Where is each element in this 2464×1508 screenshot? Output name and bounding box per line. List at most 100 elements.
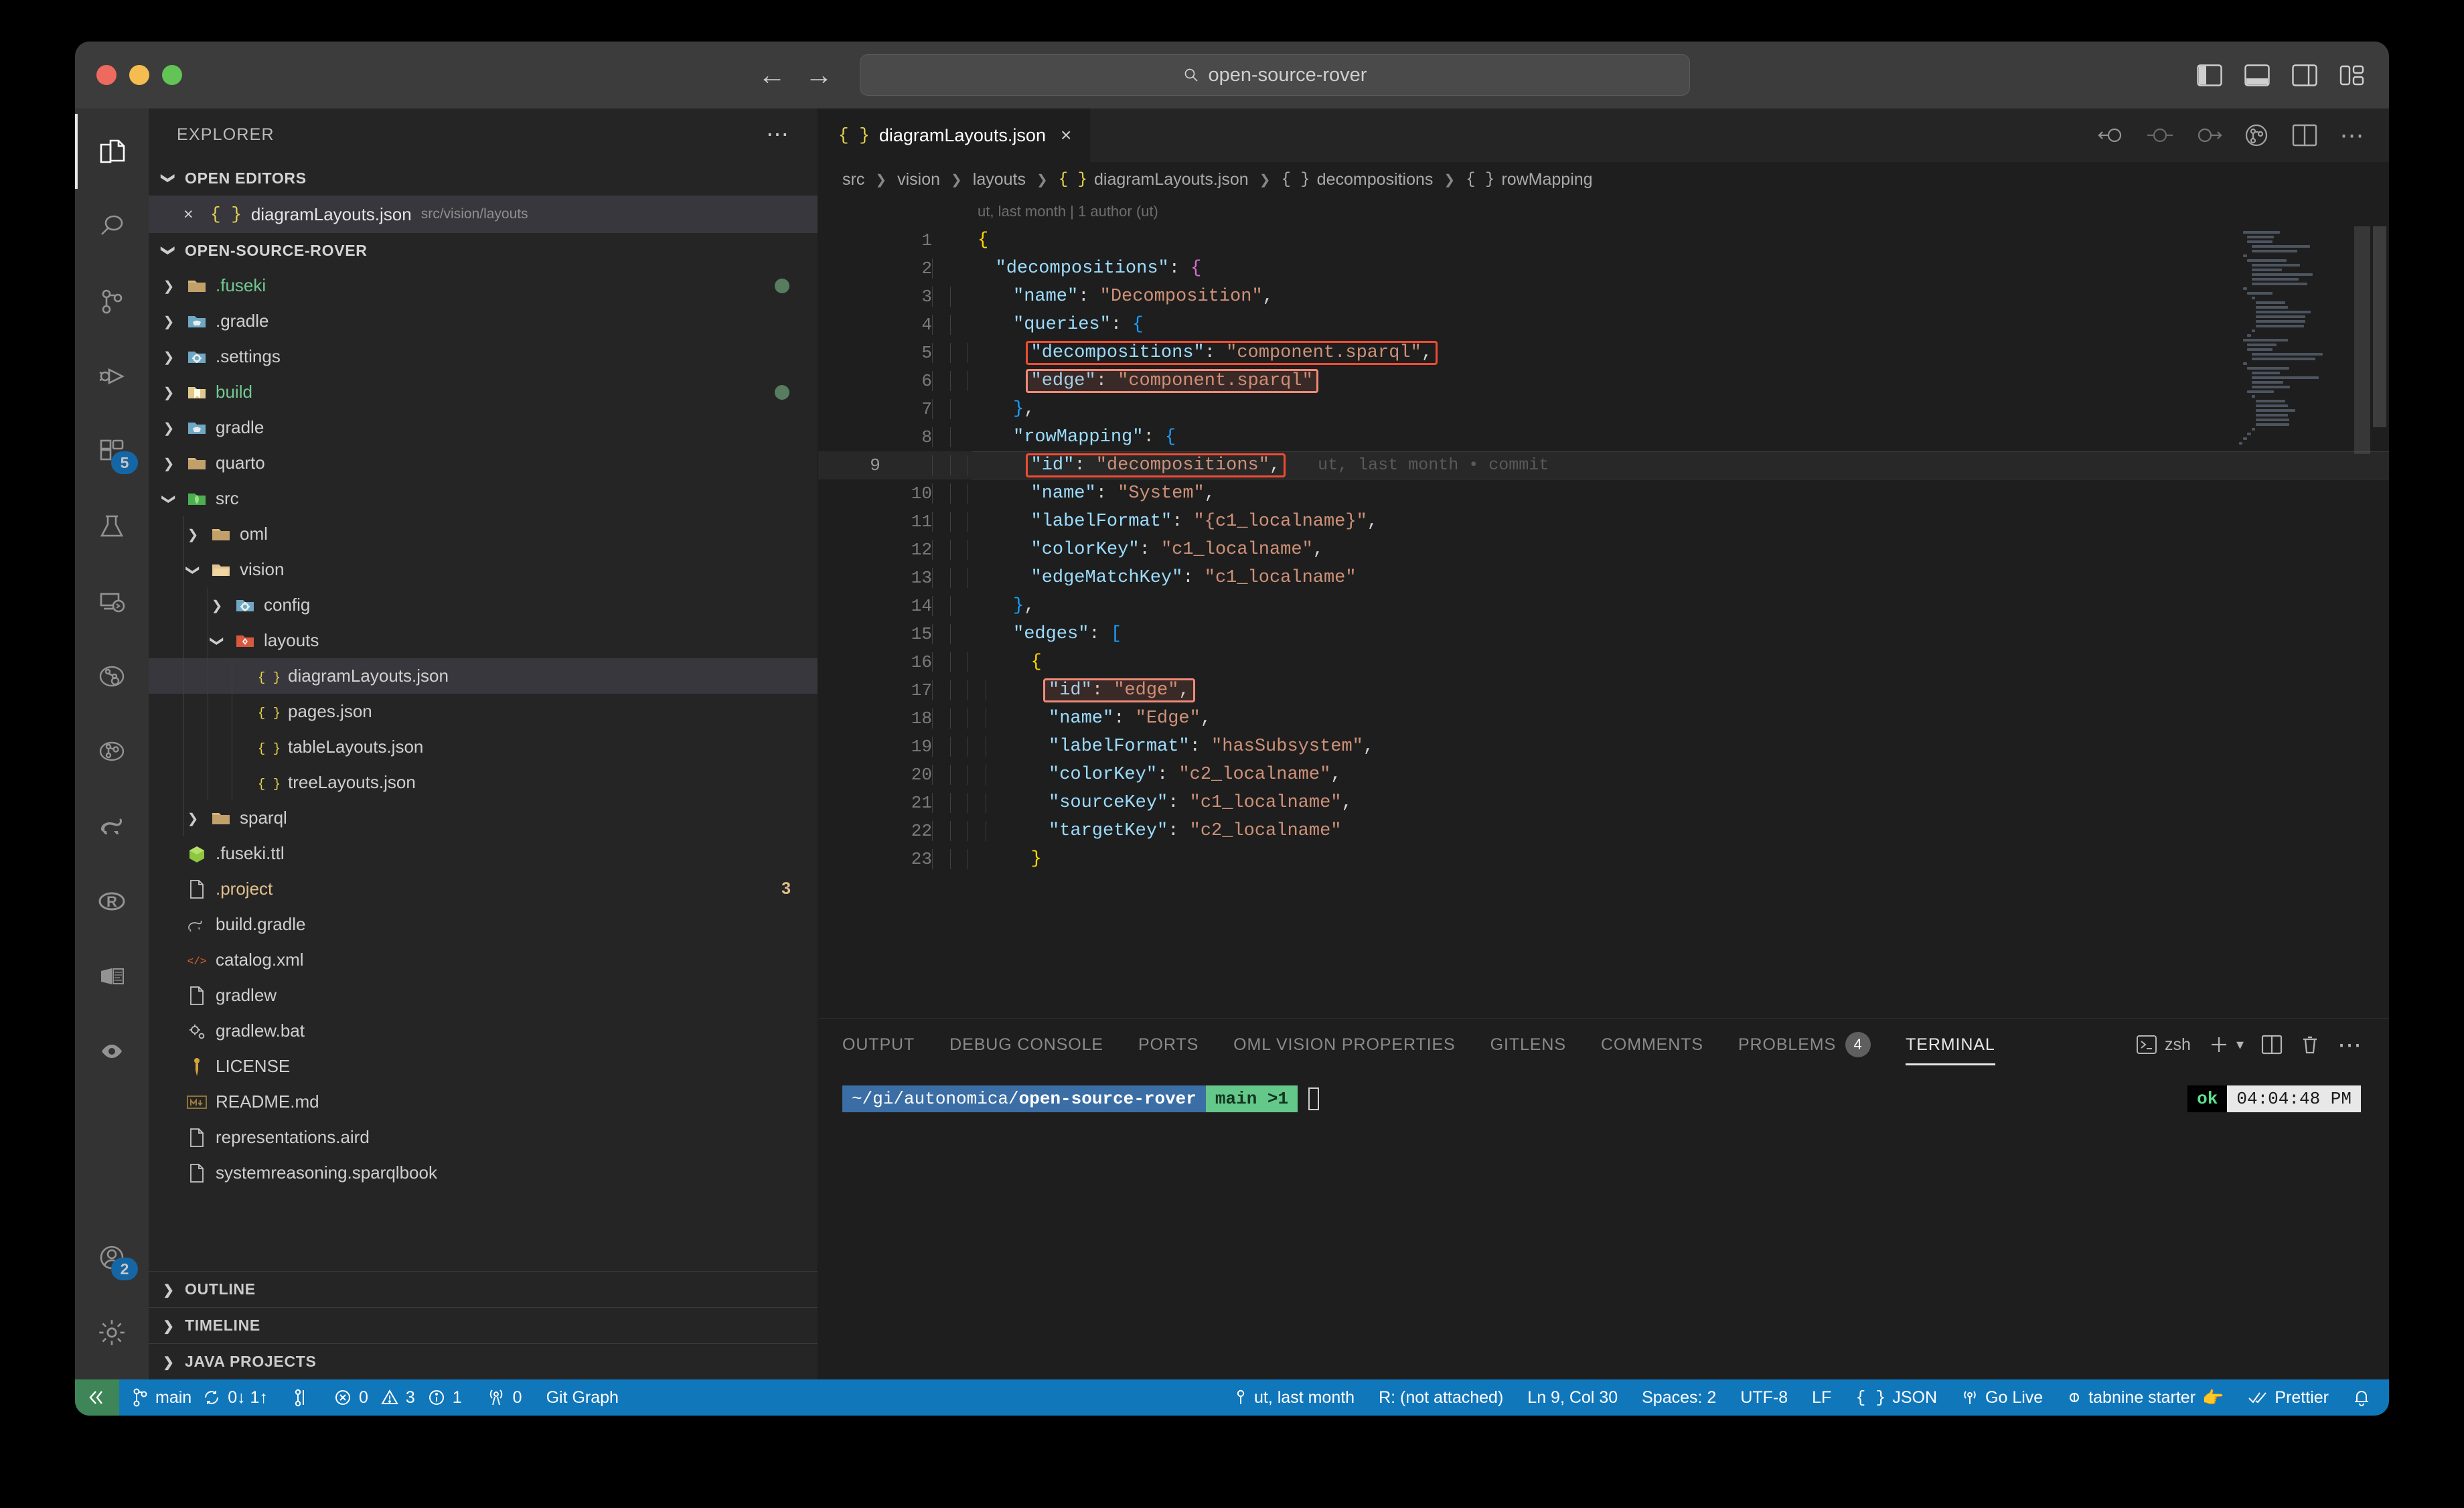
status-encoding[interactable]: UTF-8 [1728, 1379, 1800, 1416]
code-line[interactable]: 8 "rowMapping": { [818, 423, 2389, 451]
sidebar-more-actions-icon[interactable]: ⋯ [766, 123, 791, 146]
tree-file-treelayoutsjson[interactable]: { } treeLayouts.json [149, 765, 818, 800]
section-java-projects[interactable]: JAVA PROJECTS [149, 1343, 818, 1379]
sidebar-item-remote-explorer[interactable] [75, 564, 149, 639]
tree-file-pagesjson[interactable]: { } pages.json [149, 694, 818, 729]
sidebar-item-manage-settings[interactable] [75, 1295, 149, 1370]
editor-scrollbar[interactable] [2373, 226, 2386, 427]
status-eol[interactable]: LF [1800, 1379, 1843, 1416]
sidebar-item-extensions[interactable]: 5 [75, 414, 149, 489]
section-outline[interactable]: OUTLINE [149, 1271, 818, 1307]
split-terminal-icon[interactable] [2261, 1035, 2283, 1055]
tree-file-systemreasoningsparqlbook[interactable]: systemreasoning.sparqlbook [149, 1155, 818, 1191]
sidebar-item-watcher[interactable] [75, 1014, 149, 1089]
go-back-icon[interactable] [2097, 121, 2127, 150]
go-forward-icon[interactable] [2193, 121, 2223, 150]
status-notifications[interactable] [2341, 1379, 2389, 1416]
breadcrumb-item-vision[interactable]: vision [897, 170, 940, 190]
code-line[interactable]: 20 "colorKey": "c2_localname", [818, 761, 2389, 789]
code-line[interactable]: 14}, [818, 592, 2389, 620]
panel-tab-problems[interactable]: PROBLEMS 4 [1738, 1019, 1871, 1071]
tree-folder-config[interactable]: config [149, 587, 818, 623]
status-r-session[interactable]: R: (not attached) [1367, 1379, 1515, 1416]
go-forward-icon[interactable]: → [805, 61, 833, 89]
tree-folder-layouts[interactable]: layouts [149, 623, 818, 658]
tree-file-fusekittl[interactable]: .fuseki.ttl [149, 836, 818, 871]
sidebar-item-explorer[interactable] [75, 114, 149, 189]
status-branch[interactable]: main 0↓ 1↑ [119, 1379, 280, 1416]
status-go-live[interactable]: Go Live [1949, 1379, 2055, 1416]
close-tab-icon[interactable]: × [1061, 125, 1071, 146]
tab-diagramLayouts-json[interactable]: { } diagramLayouts.json × [818, 108, 1091, 162]
code-line[interactable]: 12 "colorKey": "c1_localname", [818, 536, 2389, 564]
status-tabnine[interactable]: tabnine starter 👉 [2055, 1379, 2236, 1416]
command-center-search[interactable]: open-source-rover [860, 54, 1690, 96]
tree-folder-settings[interactable]: .settings [149, 339, 818, 374]
tree-folder-vision[interactable]: vision [149, 552, 818, 587]
panel-tab-output[interactable]: OUTPUT [842, 1019, 915, 1071]
sidebar-item-search[interactable] [75, 189, 149, 264]
sidebar-item-run-and-debug[interactable] [75, 339, 149, 414]
code-editor[interactable]: ut, last month | 1 author (ut) 1{2 "decom… [818, 197, 2389, 1018]
code-line[interactable]: 4 "queries": { [818, 311, 2389, 339]
code-line[interactable]: 1{ [818, 226, 2389, 254]
terminal-shell-selector[interactable]: zsh [2135, 1033, 2191, 1056]
sidebar-item-source-control[interactable] [75, 264, 149, 339]
tree-folder-gradle[interactable]: .gradle [149, 303, 818, 339]
tree-file-readmemd[interactable]: README.md [149, 1084, 818, 1120]
tree-folder-quarto[interactable]: quarto [149, 445, 818, 481]
git-compare-icon[interactable] [2242, 121, 2271, 150]
toggle-primary-sidebar-icon[interactable] [2197, 64, 2222, 86]
sidebar-item-accounts[interactable]: 2 [75, 1220, 149, 1295]
tree-file-license[interactable]: LICENSE [149, 1049, 818, 1084]
code-line[interactable]: 17 "id": "edge", [818, 676, 2389, 704]
code-line[interactable]: 23} [818, 845, 2389, 873]
tree-file-tablelayoutsjson[interactable]: { } tableLayouts.json [149, 729, 818, 765]
maximize-window-button[interactable] [162, 65, 182, 85]
panel-tab-debug-console[interactable]: DEBUG CONSOLE [949, 1019, 1103, 1071]
breadcrumb-item-src[interactable]: src [842, 170, 864, 190]
code-line[interactable]: 10 "name": "System", [818, 479, 2389, 508]
code-line[interactable]: 6 "edge": "component.sparql" [818, 367, 2389, 395]
tree-folder-sparql[interactable]: sparql [149, 800, 818, 836]
section-timeline[interactable]: TIMELINE [149, 1307, 818, 1343]
panel-tab-comments[interactable]: COMMENTS [1601, 1019, 1703, 1071]
tree-file-gradlew[interactable]: gradlew [149, 978, 818, 1013]
code-line[interactable]: 21 "sourceKey": "c1_localname", [818, 789, 2389, 817]
no-change-icon[interactable] [2145, 121, 2175, 150]
tree-file-diagramlayoutsjson[interactable]: { } diagramLayouts.json [149, 658, 818, 694]
status-cursor-position[interactable]: Ln 9, Col 30 [1515, 1379, 1630, 1416]
code-line[interactable]: 7}, [818, 395, 2389, 423]
code-line[interactable]: 22 "targetKey": "c2_localname" [818, 817, 2389, 845]
panel-tab-terminal[interactable]: TERMINAL [1906, 1019, 1995, 1071]
tree-folder-build[interactable]: build [149, 374, 818, 410]
section-open-editors[interactable]: OPEN EDITORS [149, 161, 818, 196]
panel-tab-gitlens[interactable]: GITLENS [1490, 1019, 1566, 1071]
sidebar-item-graph-explorer[interactable] [75, 714, 149, 789]
more-actions-icon[interactable]: ⋯ [2338, 121, 2368, 150]
minimize-window-button[interactable] [129, 65, 149, 85]
minimap[interactable] [2230, 226, 2370, 1018]
panel-tab-ports[interactable]: PORTS [1138, 1019, 1199, 1071]
code-line[interactable]: 13 "edgeMatchKey": "c1_localname" [818, 564, 2389, 592]
breadcrumb-item-layouts[interactable]: layouts [973, 170, 1026, 190]
status-problems[interactable]: 0 3 1 [321, 1379, 474, 1416]
status-git-stash[interactable] [280, 1379, 321, 1416]
code-line[interactable]: 18 "name": "Edge", [818, 704, 2389, 733]
tree-file-catalogxml[interactable]: </> catalog.xml [149, 942, 818, 978]
close-icon[interactable]: × [183, 205, 201, 224]
tree-folder-gradle[interactable]: gradle [149, 410, 818, 445]
open-editor-item[interactable]: × { } diagramLayouts.json src/vision/lay… [149, 196, 818, 233]
code-line[interactable]: 11 "labelFormat": "{c1_localname}", [818, 508, 2389, 536]
tree-file-representationsaird[interactable]: representations.aird [149, 1120, 818, 1155]
code-line[interactable]: 3 "name": "Decomposition", [818, 283, 2389, 311]
breadcrumb-item-decompositions[interactable]: decompositions [1317, 170, 1434, 190]
code-lines[interactable]: 1{2 "decompositions": {3 "name": "Decompos… [818, 226, 2389, 1018]
tree-file-gradlewbat[interactable]: gradlew.bat [149, 1013, 818, 1049]
close-window-button[interactable] [96, 65, 117, 85]
code-line[interactable]: 15 "edges": [ [818, 620, 2389, 648]
panel-tab-oml-vision-properties[interactable]: OML VISION PROPERTIES [1233, 1019, 1455, 1071]
minimap-slider[interactable] [2354, 226, 2370, 454]
code-line[interactable]: 5 "decompositions": "component.sparql", [818, 339, 2389, 367]
toggle-panel-icon[interactable] [2244, 64, 2270, 86]
